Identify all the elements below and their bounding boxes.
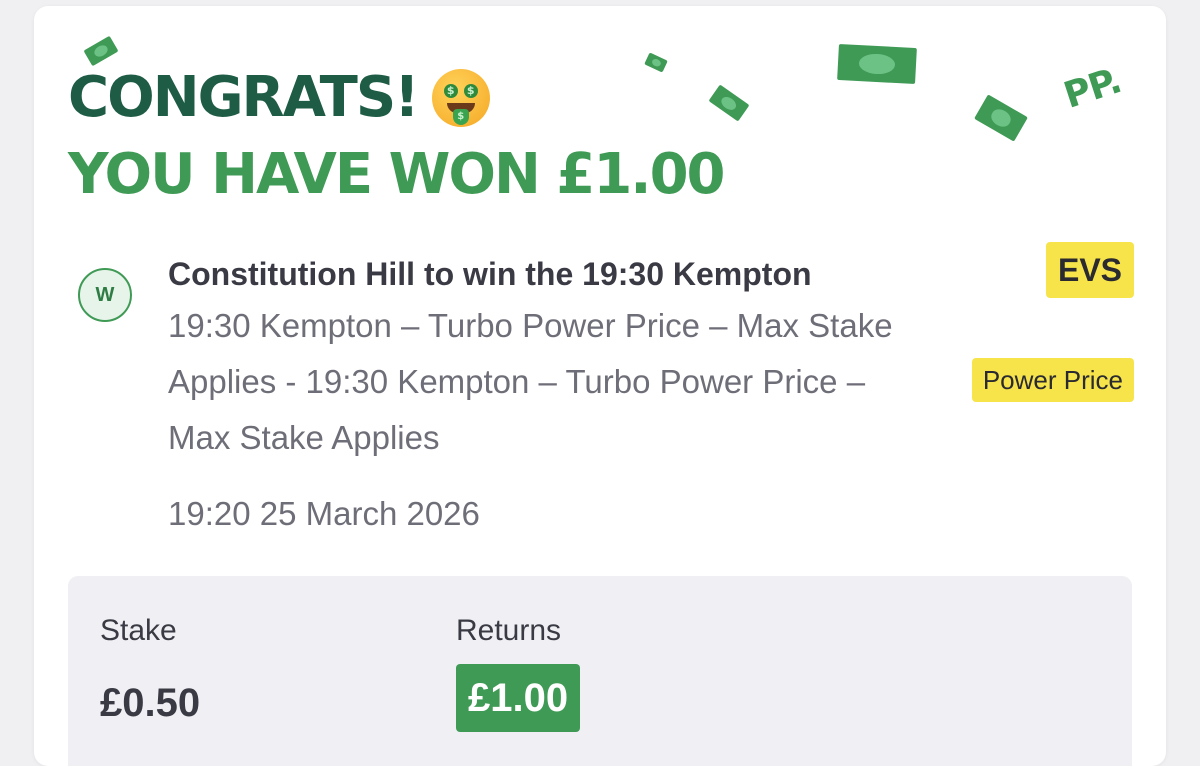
banknote-confetti-icon [974, 94, 1028, 142]
congrats-text: CONGRATS! [68, 65, 420, 130]
bet-result-card: PP. CONGRATS! $ $ $ YOU HAVE WON £1.00 W… [34, 6, 1166, 766]
returns-label: Returns [456, 614, 562, 647]
brand-logo: PP. [1059, 60, 1126, 117]
congrats-line: CONGRATS! $ $ $ [68, 62, 724, 134]
bet-summary: Stake £0.50 Returns £1.00 [68, 576, 1132, 766]
won-amount-text: YOU HAVE WON £1.00 [68, 142, 725, 207]
returns-column: Returns £1.00 [456, 612, 581, 732]
returns-value: £1.00 [456, 664, 581, 732]
money-mouth-face-icon: $ $ $ [431, 69, 490, 127]
win-status-badge: W [78, 268, 132, 322]
market-description: 19:30 Kempton – Turbo Power Price – Max … [168, 307, 893, 456]
stake-label: Stake [100, 614, 177, 647]
stake-column: Stake £0.50 [100, 612, 200, 728]
power-price-badge: Power Price [971, 358, 1134, 402]
selection-title: Constitution Hill to win the 19:30 Kempt… [168, 256, 812, 292]
stake-value: £0.50 [100, 681, 201, 725]
banknote-confetti-icon [837, 43, 917, 85]
odds-badge: EVS [1045, 242, 1134, 298]
win-headline: CONGRATS! $ $ $ YOU HAVE WON £1.00 [68, 62, 725, 207]
event-datetime: 19:20 25 March 2026 [168, 495, 480, 532]
selection-details: Constitution Hill to win the 19:30 Kempt… [168, 252, 928, 542]
